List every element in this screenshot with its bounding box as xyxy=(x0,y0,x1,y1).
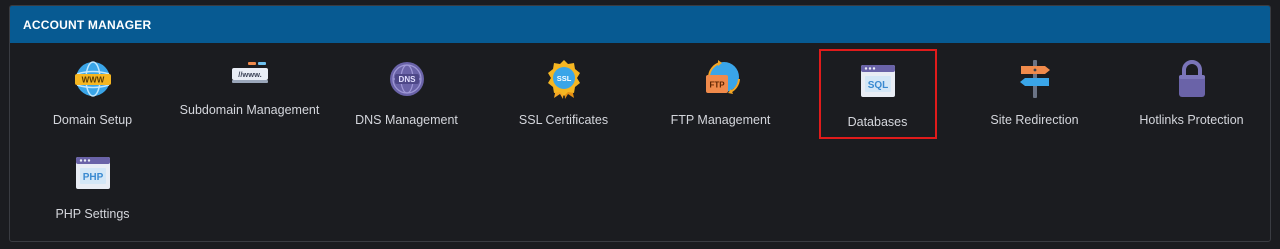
ssl-certificates-label: SSL Certificates xyxy=(518,113,609,127)
subdomain-management-tile[interactable]: //www. Subdomain Management xyxy=(171,55,328,149)
svg-text:WWW: WWW xyxy=(81,76,104,85)
databases-label: Databases xyxy=(847,115,908,129)
subdomain-management-label: Subdomain Management xyxy=(179,103,320,117)
domain-setup-tile[interactable]: WWW Domain Setup xyxy=(14,55,171,149)
globe-www-icon: WWW xyxy=(71,57,115,101)
dns-management-label: DNS Management xyxy=(355,113,458,127)
panel-header: ACCOUNT MANAGER xyxy=(10,6,1270,43)
hotlinks-protection-tile[interactable]: Hotlinks Protection xyxy=(1113,55,1270,149)
site-redirection-tile[interactable]: Site Redirection xyxy=(956,55,1113,149)
signpost-icon xyxy=(1013,57,1057,101)
php-settings-label: PHP Settings xyxy=(55,207,130,221)
ssl-certificates-tile[interactable]: SSL SSL Certificates xyxy=(485,55,642,149)
svg-text:PHP: PHP xyxy=(82,172,103,183)
svg-text:SQL: SQL xyxy=(867,80,888,91)
dns-management-tile[interactable]: DNS DNS Management xyxy=(328,55,485,149)
subdomain-url-icon: //www. xyxy=(228,51,272,95)
php-settings-tile[interactable]: PHP PHP Settings xyxy=(14,149,171,241)
databases-tile[interactable]: SQL Databases xyxy=(818,49,937,139)
sql-database-icon: SQL xyxy=(856,59,900,103)
account-manager-panel: ACCOUNT MANAGER WWW Domain Setup //www. … xyxy=(9,5,1271,242)
ftp-management-label: FTP Management xyxy=(670,113,771,127)
ftp-sync-icon: FTP xyxy=(699,57,743,101)
ssl-badge-icon: SSL xyxy=(542,57,586,101)
ftp-management-tile[interactable]: FTP FTP Management xyxy=(642,55,799,149)
svg-text://www.: //www. xyxy=(238,70,261,79)
php-window-icon: PHP xyxy=(71,151,115,195)
svg-text:FTP: FTP xyxy=(709,81,725,90)
panel-title: ACCOUNT MANAGER xyxy=(23,17,152,32)
hotlinks-protection-label: Hotlinks Protection xyxy=(1139,113,1244,127)
padlock-icon xyxy=(1170,57,1214,101)
svg-text:DNS: DNS xyxy=(398,75,416,84)
svg-text:SSL: SSL xyxy=(556,74,571,83)
account-manager-grid: WWW Domain Setup //www. Subdomain Manage… xyxy=(10,43,1270,241)
site-redirection-label: Site Redirection xyxy=(990,113,1079,127)
dns-globe-icon: DNS xyxy=(385,57,429,101)
domain-setup-label: Domain Setup xyxy=(52,113,133,127)
